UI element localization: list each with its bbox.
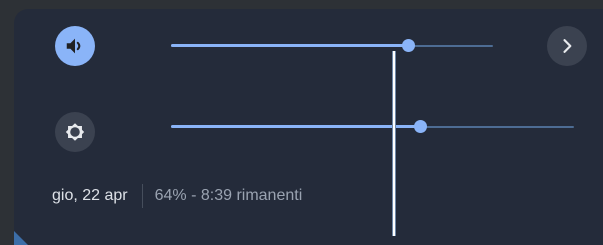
status-divider <box>141 184 143 208</box>
quick-settings-panel: gio, 22 apr 64% - 8:39 rimanenti <box>14 9 603 245</box>
next-page-button[interactable] <box>547 26 587 66</box>
text-cursor <box>392 51 396 236</box>
brightness-icon <box>65 123 85 141</box>
brightness-button[interactable] <box>55 112 95 152</box>
status-row: gio, 22 apr 64% - 8:39 rimanenti <box>52 184 302 208</box>
volume-slider-thumb[interactable] <box>402 39 416 52</box>
date-label[interactable]: gio, 22 apr <box>52 187 128 205</box>
brightness-slider-thumb[interactable] <box>413 120 427 133</box>
brightness-slider[interactable] <box>171 117 574 137</box>
volume-slider[interactable] <box>171 36 493 56</box>
volume-slider-fill <box>171 44 410 47</box>
volume-toggle-button[interactable] <box>55 26 95 66</box>
brightness-slider-fill <box>171 125 421 128</box>
volume-icon <box>66 38 81 54</box>
corner-accent <box>14 231 28 245</box>
chevron-right-icon <box>563 39 572 53</box>
battery-status-label[interactable]: 64% - 8:39 rimanenti <box>155 187 303 205</box>
